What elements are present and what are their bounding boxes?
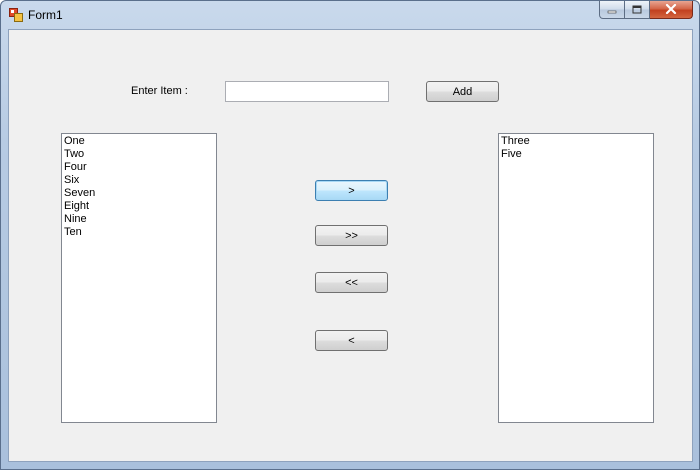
enter-item-label: Enter Item : [131,85,188,97]
list-item[interactable]: Nine [64,213,214,226]
window-title: Form1 [28,8,63,22]
list-item[interactable]: Two [64,148,214,161]
list-item[interactable]: Six [64,174,214,187]
item-input[interactable] [225,81,389,102]
list-item[interactable]: Ten [64,226,214,239]
move-selected-left-button[interactable]: < [315,330,388,351]
close-icon [665,1,677,19]
move-all-left-button[interactable]: << [315,272,388,293]
maximize-icon [632,1,642,19]
list-item[interactable]: Eight [64,200,214,213]
list-item[interactable]: Three [501,135,651,148]
list-item[interactable]: One [64,135,214,148]
minimize-button[interactable] [599,1,625,19]
left-listbox[interactable]: One Two Four Six Seven Eight Nine Ten [61,133,217,423]
form-client-area: Enter Item : Add One Two Four Six Seven Eight… [8,29,693,462]
minimize-icon [607,1,617,19]
title-bar[interactable]: Form1 [1,1,699,29]
list-item[interactable]: Seven [64,187,214,200]
right-listbox[interactable]: Three Five [498,133,654,423]
add-button[interactable]: Add [426,81,499,102]
form-window: Form1 Enter Item : Add One Two Four Six … [0,0,700,470]
maximize-button[interactable] [625,1,650,19]
move-all-right-button[interactable]: >> [315,225,388,246]
list-item[interactable]: Four [64,161,214,174]
window-controls [599,1,693,20]
close-button[interactable] [650,1,693,19]
list-item[interactable]: Five [501,148,651,161]
move-selected-right-button[interactable]: > [315,180,388,201]
app-window-icon[interactable] [9,8,23,22]
